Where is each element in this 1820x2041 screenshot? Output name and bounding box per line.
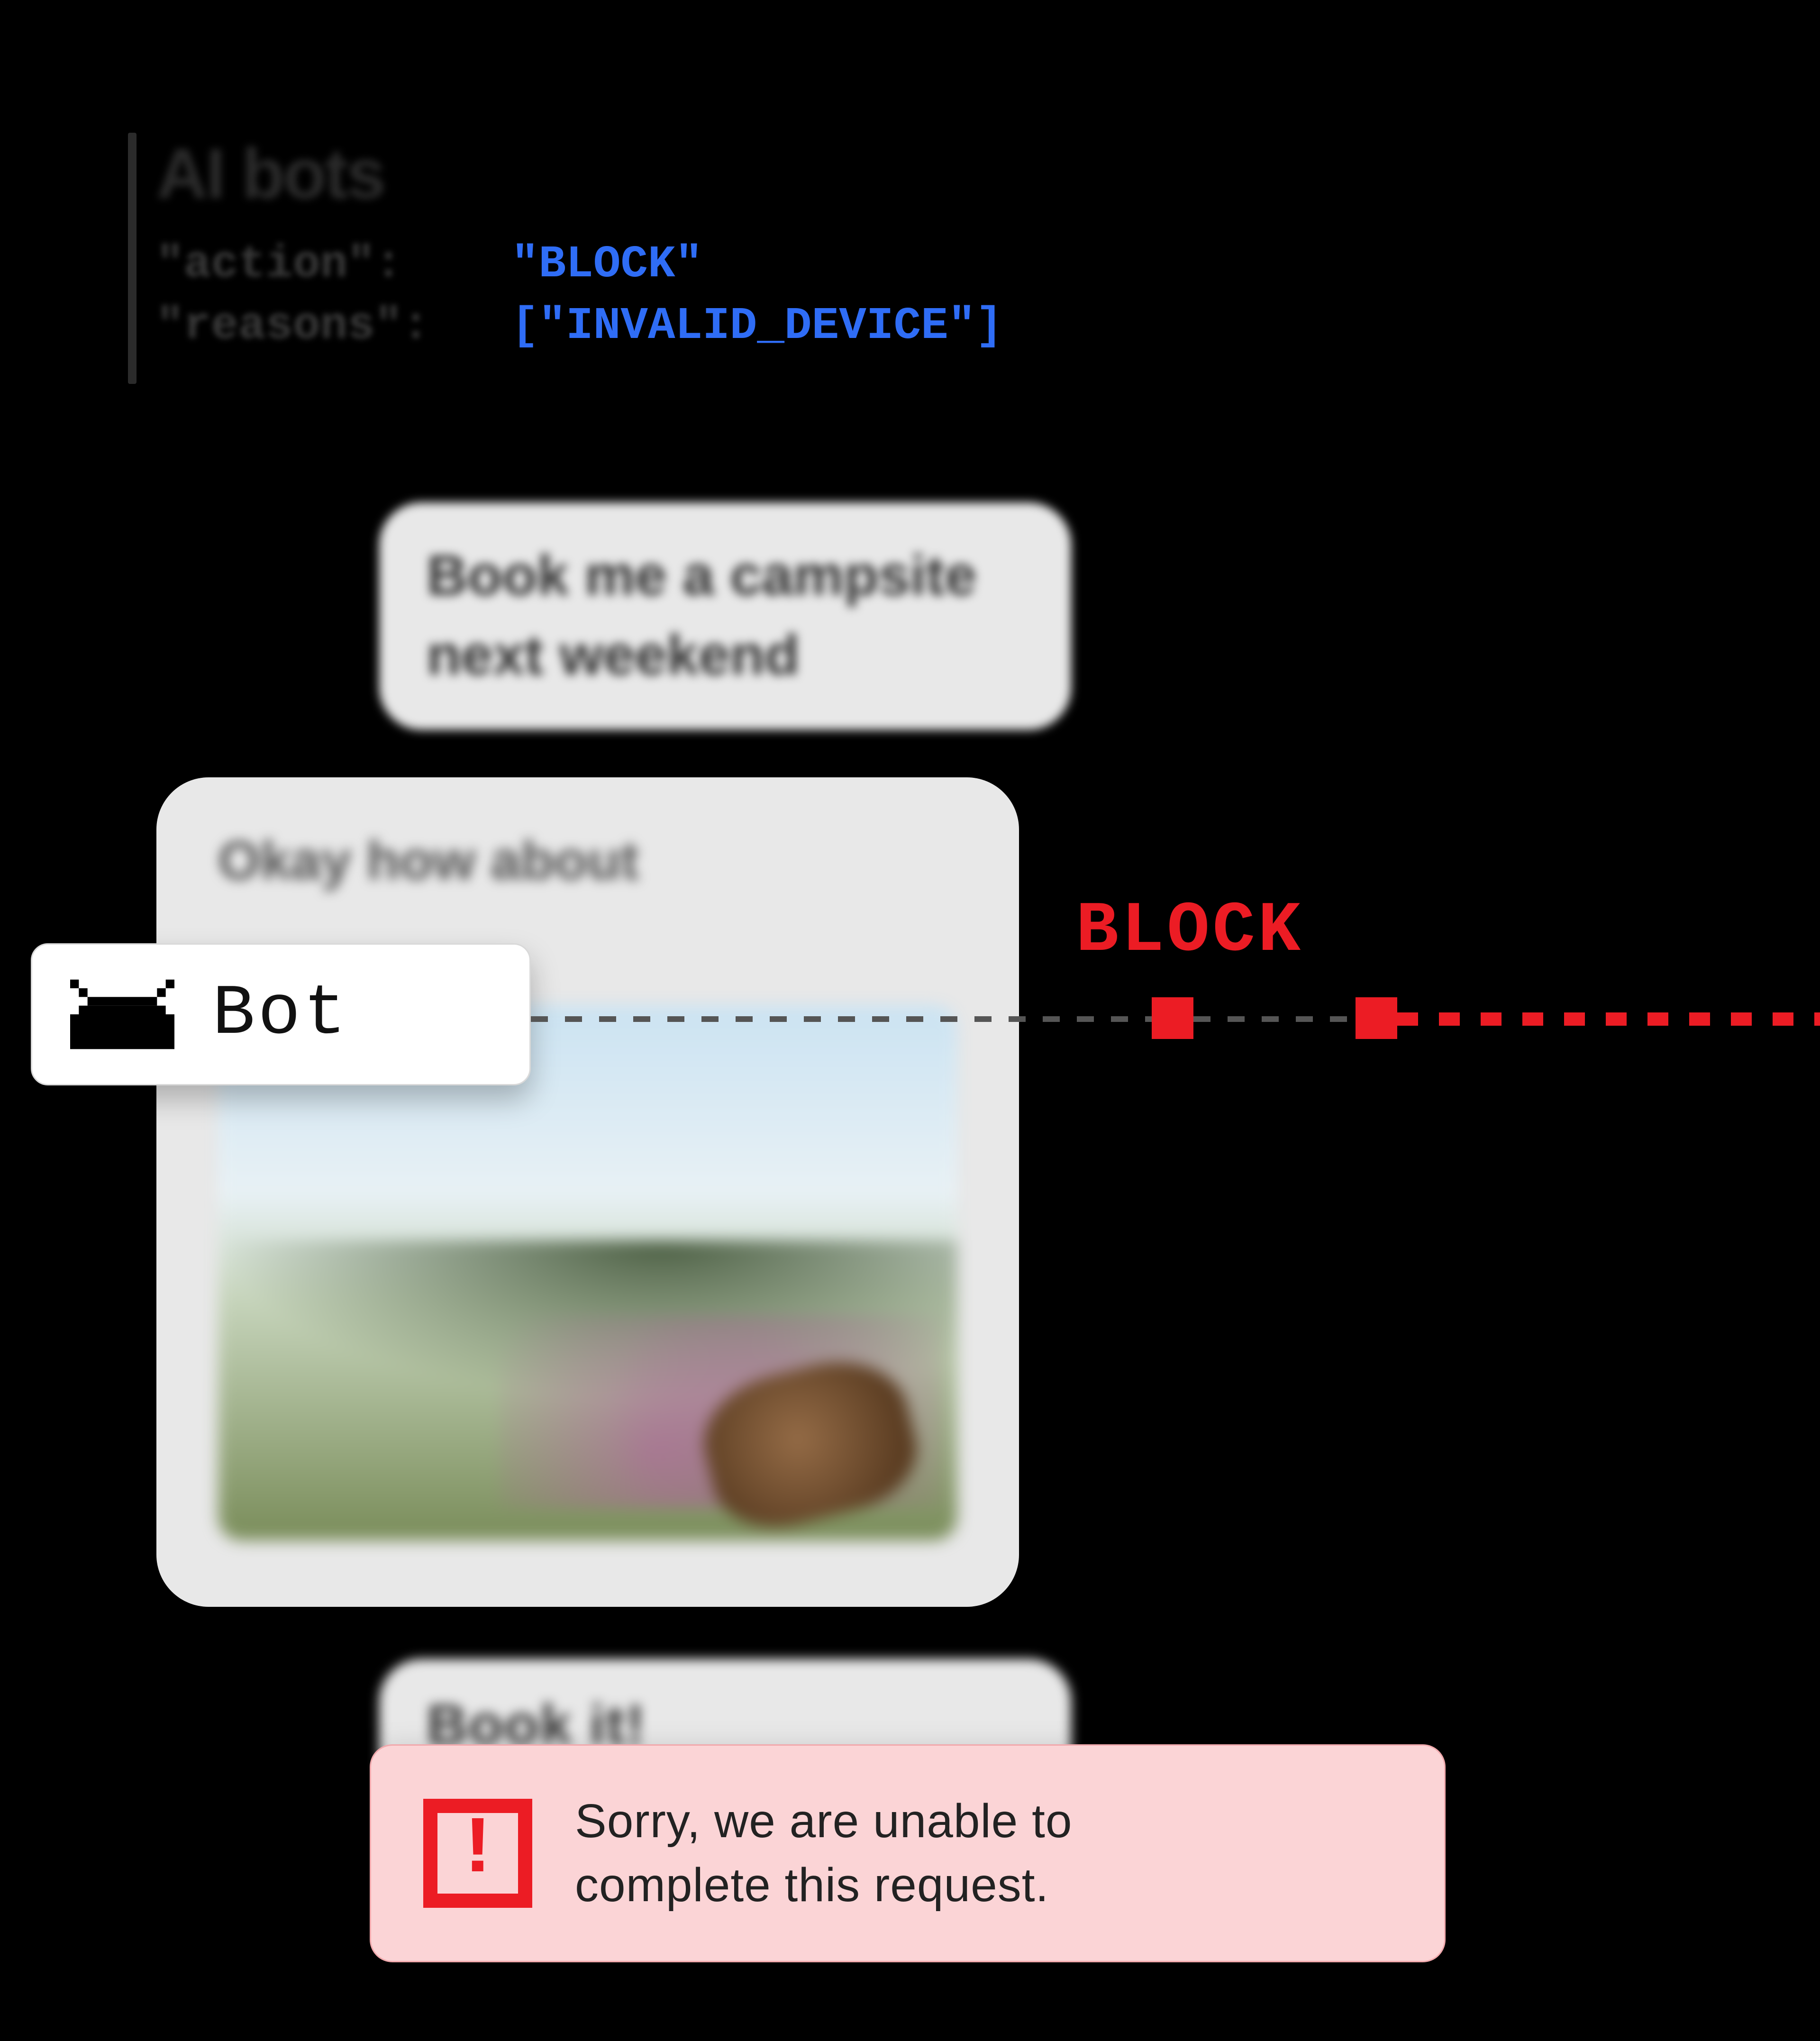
section-title: AI bots (156, 133, 1003, 215)
block-label: BLOCK (1076, 891, 1303, 972)
error-message: Sorry, we are unable to complete this re… (575, 1789, 1072, 1917)
chat-bubble-user-1: Book me a campsite next weekend (379, 502, 1071, 730)
json-value-action: "BLOCK" (511, 238, 702, 290)
diagram-canvas: AI bots "action": "BLOCK" "reasons": ["I… (0, 0, 1820, 2041)
path-segment-grey-2 (1193, 1016, 1356, 1022)
path-segment-red (1397, 1012, 1820, 1026)
error-line-1: Sorry, we are unable to (575, 1789, 1072, 1853)
json-key-reasons: "reasons": (156, 300, 429, 352)
chat-bot-text: Okay how about (218, 829, 957, 892)
block-path (531, 1010, 1820, 1029)
path-segment-grey-1 (531, 1016, 1152, 1022)
header-accent-bar (128, 133, 136, 384)
path-node-2-icon (1356, 997, 1397, 1039)
bot-icon (70, 962, 174, 1066)
alert-icon: ! (423, 1799, 532, 1908)
error-line-2: complete this request. (575, 1853, 1072, 1917)
chat-bubble-bot: Okay how about (156, 777, 1019, 1607)
bot-badge: Bot (31, 943, 531, 1085)
json-value-reasons: ["INVALID_DEVICE"] (511, 300, 1003, 352)
bot-badge-label: Bot (212, 974, 349, 1055)
json-snippet: "action": "BLOCK" "reasons": ["INVALID_D… (156, 234, 1003, 356)
error-toast: ! Sorry, we are unable to complete this … (370, 1744, 1446, 1962)
json-key-action: "action": (156, 238, 402, 290)
header-code-block: AI bots "action": "BLOCK" "reasons": ["I… (156, 133, 1003, 356)
alert-bang: ! (454, 1810, 502, 1891)
path-node-1-icon (1152, 997, 1193, 1039)
